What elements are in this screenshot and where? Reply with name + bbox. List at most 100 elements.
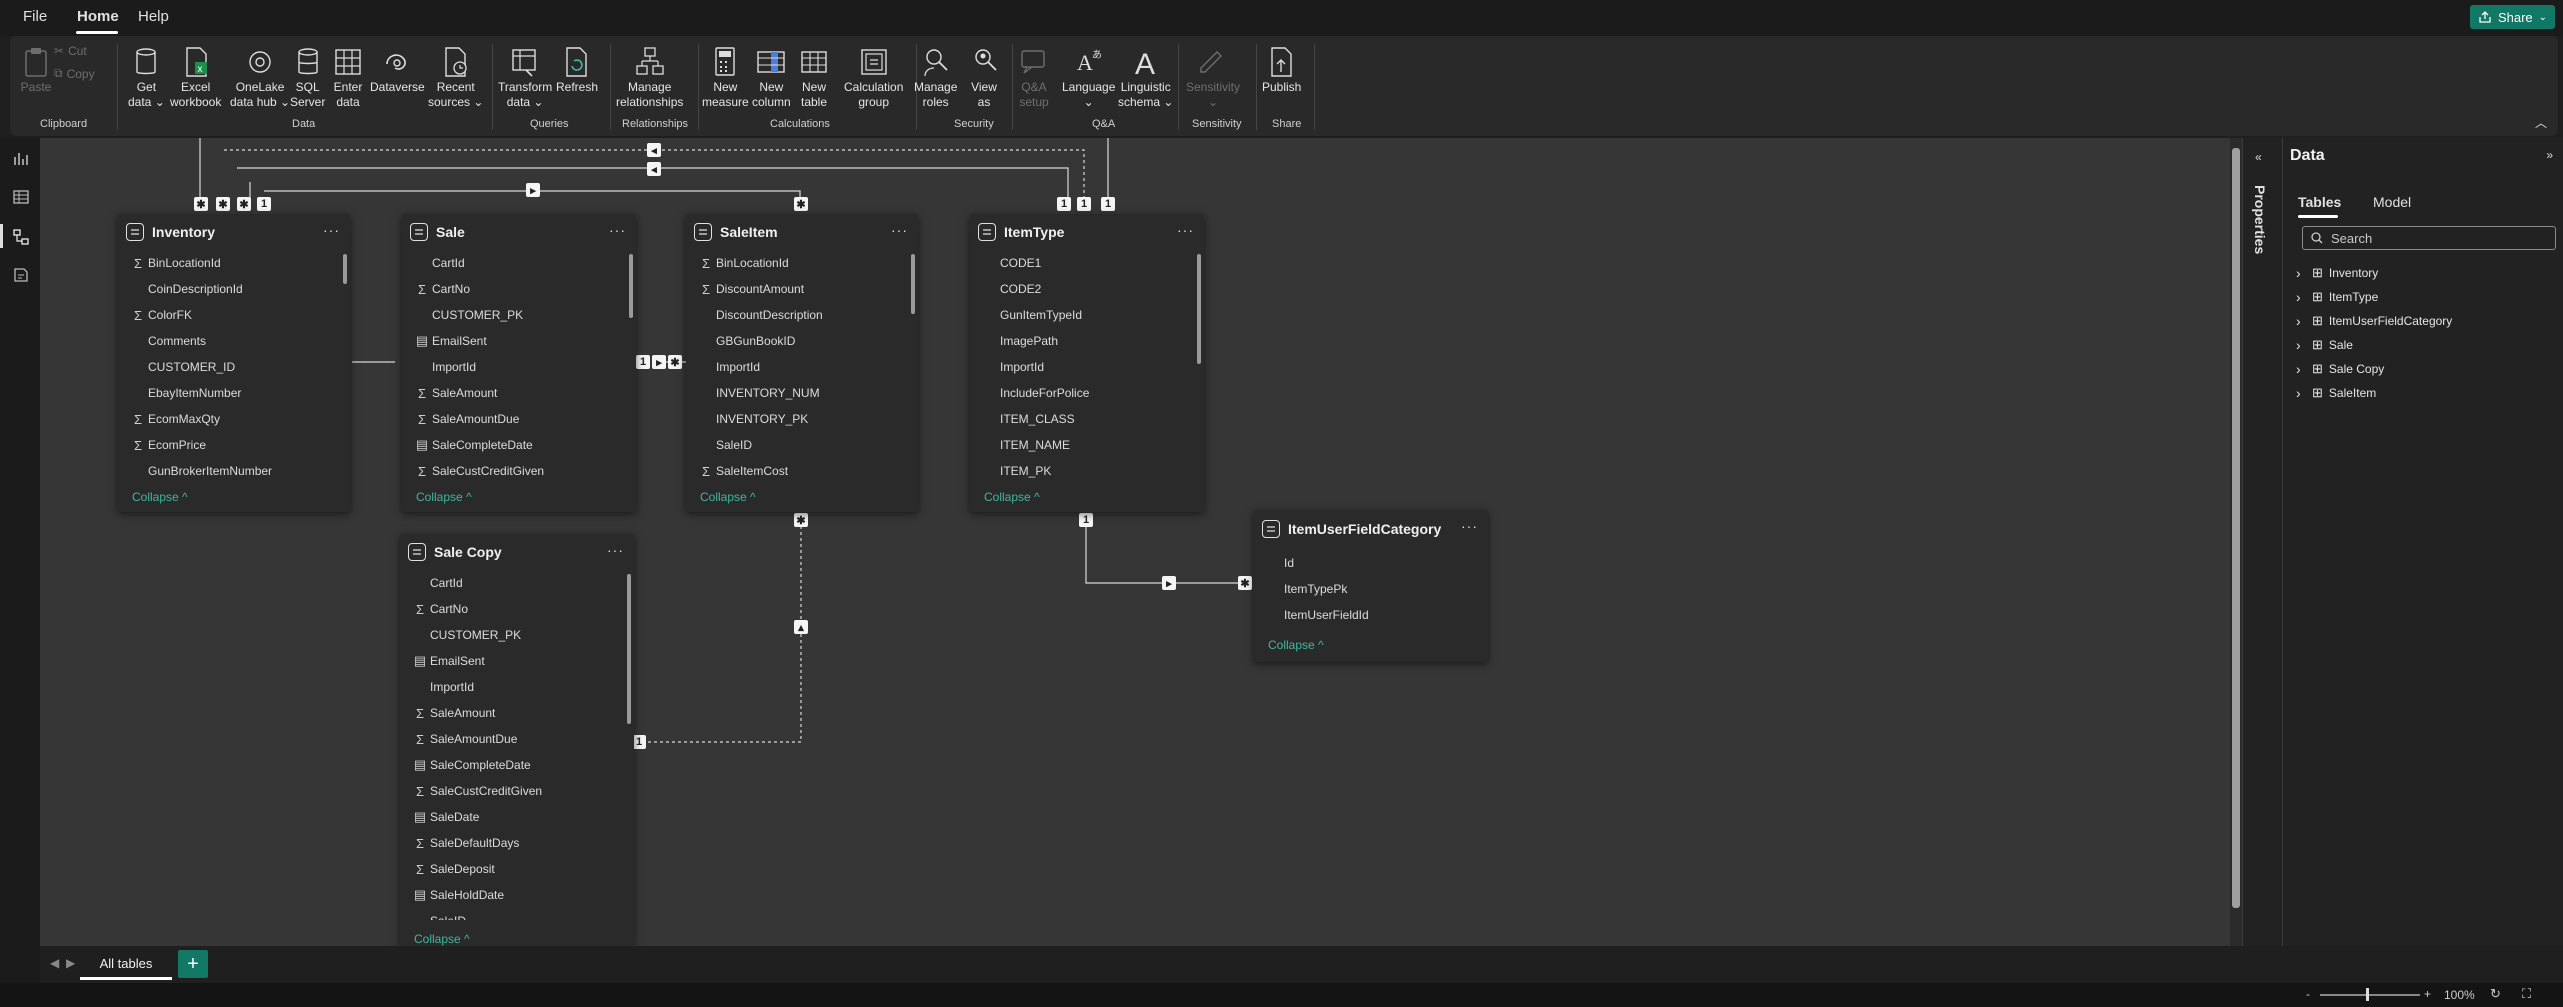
field-row[interactable]: ▤ SaleHoldDate <box>400 882 634 908</box>
manage-roles-button[interactable]: Manage roles <box>914 44 957 110</box>
language-button[interactable]: Aあ Language ⌄ <box>1062 44 1115 110</box>
table-card-itemtype[interactable]: ItemType ··· CODE1 CODE2 GunItemTypeId Imag… <box>970 214 1204 512</box>
tree-item-table[interactable]: › ⊞ Sale Copy <box>2296 358 2384 380</box>
field-row[interactable]: INVENTORY_PK <box>686 406 918 432</box>
tree-item-table[interactable]: › ⊞ ItemType <box>2296 286 2378 308</box>
field-row[interactable]: Comments <box>118 328 350 354</box>
field-row[interactable]: ImportId <box>402 354 636 380</box>
tree-item-table[interactable]: › ⊞ Inventory <box>2296 262 2378 284</box>
field-row[interactable]: ITEM_PK <box>970 458 1204 484</box>
get-data-button[interactable]: Get data ⌄ <box>128 44 165 110</box>
field-row[interactable]: ImportId <box>400 674 634 700</box>
new-column-button[interactable]: New column <box>752 44 791 110</box>
field-row[interactable]: Σ SaleAmount <box>400 700 634 726</box>
field-row[interactable]: Σ BinLocationId <box>686 250 918 276</box>
fit-to-screen-icon[interactable]: ⛶ <box>2522 986 2531 1002</box>
field-row[interactable]: GunBrokerItemNumber <box>118 458 350 484</box>
tree-item-table[interactable]: › ⊞ SaleItem <box>2296 382 2376 404</box>
table-scrollbar[interactable] <box>343 254 347 284</box>
tab-all-tables[interactable]: All tables <box>80 950 172 980</box>
collapse-data-pane-icon[interactable]: » <box>2546 148 2553 162</box>
table-header[interactable]: Inventory ··· <box>118 214 350 250</box>
field-row[interactable]: DiscountDescription <box>686 302 918 328</box>
sql-server-button[interactable]: SQL Server <box>290 44 325 110</box>
table-card-itemuserfieldcategory[interactable]: ItemUserFieldCategory ··· Id ItemTypePk It… <box>1254 510 1488 662</box>
field-row[interactable]: GunItemTypeId <box>970 302 1204 328</box>
table-card-sale-copy[interactable]: Sale Copy ··· CartId Σ CartNo CUSTOMER_PK ▤ E… <box>400 534 634 946</box>
more-options-icon[interactable]: ··· <box>1461 518 1478 534</box>
field-row[interactable]: IncludeForPolice <box>970 380 1204 406</box>
scroll-tabs-right-icon[interactable]: ▶ <box>66 956 75 970</box>
chevron-right-icon[interactable]: › <box>2296 313 2306 329</box>
field-row[interactable]: ▤ EmailSent <box>402 328 636 354</box>
manage-relationships-button[interactable]: Manage relationships <box>616 44 683 110</box>
field-row[interactable]: SaleID <box>400 908 634 920</box>
field-row[interactable]: ITEM_NAME <box>970 432 1204 458</box>
tree-item-table[interactable]: › ⊞ Sale <box>2296 334 2353 356</box>
field-row[interactable]: Σ SaleItemCost <box>686 458 918 484</box>
more-options-icon[interactable]: ··· <box>323 222 340 238</box>
properties-title[interactable]: Properties <box>2252 185 2268 254</box>
model-view-icon[interactable] <box>10 226 32 248</box>
field-row[interactable]: ImportId <box>970 354 1204 380</box>
tab-model[interactable]: Model <box>2373 194 2411 210</box>
menu-file[interactable]: File <box>23 8 47 25</box>
field-row[interactable]: Id <box>1254 550 1488 576</box>
enter-data-button[interactable]: Enter data <box>332 44 364 110</box>
field-row[interactable]: Σ SaleCustCreditGiven <box>402 458 636 484</box>
chevron-right-icon[interactable]: › <box>2296 385 2306 401</box>
linguistic-schema-button[interactable]: A Linguistic schema ⌄ <box>1118 44 1173 110</box>
field-row[interactable]: Σ SaleAmountDue <box>402 406 636 432</box>
field-row[interactable]: GBGunBookID <box>686 328 918 354</box>
field-row[interactable]: ItemUserFieldId <box>1254 602 1488 628</box>
field-row[interactable]: CODE1 <box>970 250 1204 276</box>
scroll-tabs-left-icon[interactable]: ◀ <box>50 956 59 970</box>
field-row[interactable]: Σ ColorFK <box>118 302 350 328</box>
field-row[interactable]: Σ EcomMaxQty <box>118 406 350 432</box>
more-options-icon[interactable]: ··· <box>891 222 908 238</box>
field-row[interactable]: ▤ SaleCompleteDate <box>402 432 636 458</box>
field-row[interactable]: Σ SaleCustCreditGiven <box>400 778 634 804</box>
field-row[interactable]: ItemTypePk <box>1254 576 1488 602</box>
tab-tables[interactable]: Tables <box>2298 194 2341 210</box>
table-header[interactable]: ItemType ··· <box>970 214 1204 250</box>
collapse-link[interactable]: Collapse ^ <box>132 490 188 504</box>
paste-button[interactable]: Paste <box>20 44 52 95</box>
collapse-ribbon-icon[interactable]: ︿ <box>2535 114 2547 131</box>
collapse-link[interactable]: Collapse ^ <box>1268 638 1324 652</box>
table-card-saleitem[interactable]: SaleItem ··· Σ BinLocationId Σ DiscountAmou… <box>686 214 918 512</box>
field-row[interactable]: Σ SaleAmountDue <box>400 726 634 752</box>
field-row[interactable]: ▤ SaleCompleteDate <box>400 752 634 778</box>
table-card-sale[interactable]: Sale ··· CartId Σ CartNo CUSTOMER_PK ▤ EmailS… <box>402 214 636 512</box>
table-scrollbar[interactable] <box>627 574 631 724</box>
sensitivity-button[interactable]: Sensitivity ⌄ <box>1186 44 1240 110</box>
field-row[interactable]: Σ DiscountAmount <box>686 276 918 302</box>
add-layout-button[interactable]: + <box>178 950 208 978</box>
field-row[interactable]: CUSTOMER_ID <box>118 354 350 380</box>
table-card-inventory[interactable]: Inventory ··· Σ BinLocationId CoinDescript… <box>118 214 350 512</box>
zoom-slider[interactable] <box>2320 994 2420 996</box>
excel-workbook-button[interactable]: x Excel workbook <box>170 44 221 110</box>
field-row[interactable]: Σ BinLocationId <box>118 250 350 276</box>
field-row[interactable]: Σ CartNo <box>400 596 634 622</box>
dataverse-button[interactable]: Dataverse <box>370 44 425 95</box>
scrollbar-thumb[interactable] <box>2232 148 2240 908</box>
menu-help[interactable]: Help <box>138 8 169 25</box>
collapse-link[interactable]: Collapse ^ <box>416 490 472 504</box>
publish-button[interactable]: Publish <box>1262 44 1301 95</box>
table-scrollbar[interactable] <box>911 254 915 314</box>
refresh-button[interactable]: Refresh <box>556 44 598 95</box>
table-header[interactable]: Sale ··· <box>402 214 636 250</box>
collapse-link[interactable]: Collapse ^ <box>700 490 756 504</box>
cut-button[interactable]: ✂ Cut <box>54 44 87 58</box>
copy-button[interactable]: ⧉ Copy <box>54 66 95 81</box>
table-scrollbar[interactable] <box>629 254 633 318</box>
transform-data-button[interactable]: Transform data ⌄ <box>498 44 552 110</box>
field-row[interactable]: CartId <box>402 250 636 276</box>
field-row[interactable]: ITEM_CLASS <box>970 406 1204 432</box>
field-row[interactable]: ImportId <box>686 354 918 380</box>
reset-view-icon[interactable]: ↻ <box>2490 986 2501 1002</box>
field-row[interactable]: ImagePath <box>970 328 1204 354</box>
chevron-right-icon[interactable]: › <box>2296 337 2306 353</box>
field-row[interactable]: CODE2 <box>970 276 1204 302</box>
